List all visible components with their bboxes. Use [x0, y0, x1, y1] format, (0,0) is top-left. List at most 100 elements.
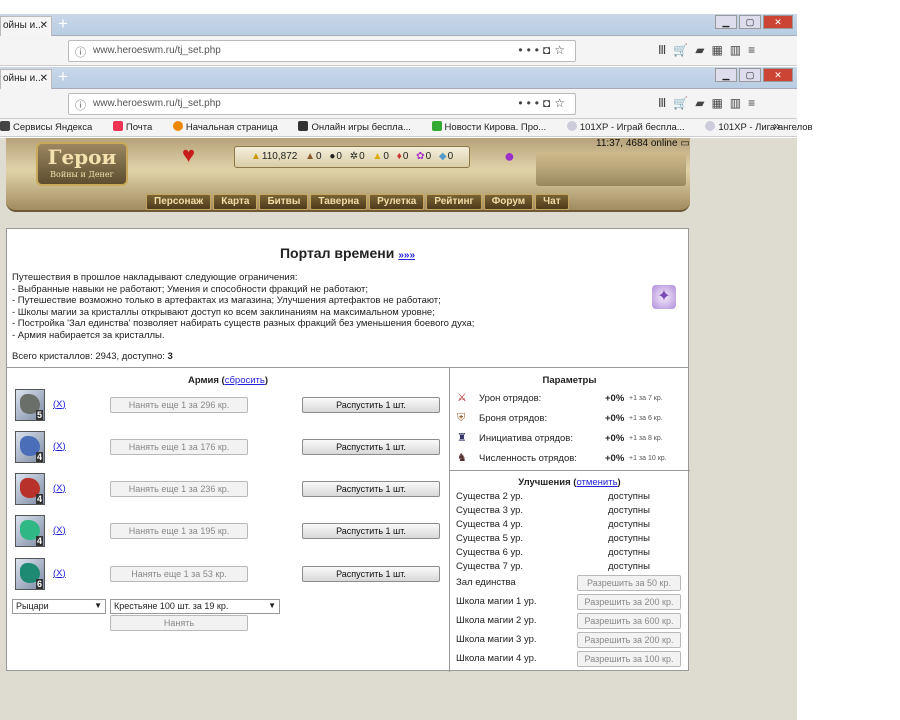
url-bar-2[interactable]: ⓘ www.heroeswm.ru/tj_set.php •••◘☆	[68, 93, 576, 115]
nav-chat[interactable]: Чат	[535, 194, 569, 210]
hire-more-button[interactable]: Нанять еще 1 за 53 кр.	[110, 566, 248, 582]
unit-remove-link[interactable]: (X)	[53, 483, 66, 494]
portal-crystal-icon: ✦	[652, 285, 676, 309]
logo[interactable]: Герои Войны и Денег	[36, 142, 128, 186]
armor-icon: ⛨	[457, 412, 466, 424]
gold-icon: ▲	[251, 151, 261, 162]
cancel-upgrades-link[interactable]: отменить	[576, 477, 617, 488]
unit-portrait[interactable]: 4	[15, 473, 45, 505]
bookmark-news[interactable]: Новости Кирова. Про...	[431, 121, 556, 133]
url-bar[interactable]: ⓘ www.heroeswm.ru/tj_set.php •••◘☆	[68, 40, 576, 62]
nav-rating[interactable]: Рейтинг	[426, 194, 482, 210]
army-unit-4: 4 (X) Нанять еще 1 за 195 кр. Распустить…	[15, 515, 445, 549]
dropdown-arrow-icon: ▼	[268, 601, 276, 610]
tab-title: ойны и...	[3, 20, 44, 31]
hire-more-button[interactable]: Нанять еще 1 за 296 кр.	[110, 397, 248, 413]
faction-select[interactable]: Рыцари ▼	[12, 599, 106, 614]
nav-battles[interactable]: Битвы	[259, 194, 309, 210]
nav-tavern[interactable]: Таверна	[310, 194, 368, 210]
dismiss-button[interactable]: Распустить 1 шт.	[302, 566, 440, 582]
troops-icon: ♞	[457, 452, 467, 464]
reset-army-link[interactable]: сбросить	[225, 375, 265, 386]
more-link[interactable]: »»»	[398, 250, 415, 261]
unit-select[interactable]: Крестьяне 100 шт. за 19 кр. ▼	[110, 599, 280, 614]
bookmark-yandex[interactable]: Сервисы Яндекса	[0, 121, 101, 133]
crystal-icon: ♦	[396, 151, 402, 162]
page-title: Портал времени»»»	[279, 245, 416, 261]
101xp-icon	[566, 121, 577, 131]
army-unit-5: 6 (X) Нанять еще 1 за 53 кр. Распустить …	[15, 558, 445, 592]
toolbar-icons[interactable]: Ⅲ🛒▰▦▥≡	[658, 43, 762, 57]
building-row-magic-4: Школа магии 4 ур. Разрешить за 100 кр.	[456, 651, 686, 667]
toolbar-icons-2[interactable]: Ⅲ🛒▰▦▥≡	[658, 96, 762, 110]
window-controls-2: ▁ ▢ ✕	[715, 68, 793, 82]
hire-button[interactable]: Нанять	[110, 615, 248, 631]
creature-upgrade-row: Существа 3 ур. доступны	[456, 505, 651, 516]
new-tab-icon[interactable]: +	[58, 14, 68, 34]
diamond-icon: ◆	[438, 151, 447, 162]
unit-portrait[interactable]: 4	[15, 431, 45, 463]
hire-more-button[interactable]: Нанять еще 1 за 176 кр.	[110, 439, 248, 455]
page-actions-icon-2[interactable]: •••◘☆	[518, 96, 569, 110]
site-content: Герои Войны и Денег ♥ ▲110,872 ▲0 ●0 ✲0 ▲…	[0, 138, 797, 720]
divider-vertical	[449, 367, 450, 672]
hire-more-button[interactable]: Нанять еще 1 за 236 кр.	[110, 481, 248, 497]
sword-icon: ⚔	[457, 392, 467, 404]
nav-forum[interactable]: Форум	[483, 194, 534, 210]
param-row-armor: ⛨ Броня отрядов: +0% +1 за 6 кр.	[457, 412, 663, 424]
new-tab-icon-2[interactable]: +	[58, 67, 68, 87]
close-tab-icon[interactable]: ✕	[40, 20, 48, 31]
browser-tab-2[interactable]: ойны и... ✕	[0, 69, 52, 89]
param-increase-link[interactable]: +1 за 7 кр.	[629, 395, 663, 402]
allow-button[interactable]: Разрешить за 200 кр.	[577, 632, 681, 648]
bookmark-101xp[interactable]: 101XP - Играй беспла...	[566, 121, 694, 133]
nav-character[interactable]: Персонаж	[146, 194, 212, 210]
minimize-icon-2[interactable]: ▁	[715, 68, 737, 82]
unit-portrait[interactable]: 6	[15, 558, 45, 590]
nav-roulette[interactable]: Рулетка	[369, 194, 425, 210]
url-text: www.heroeswm.ru/tj_set.php	[93, 45, 221, 56]
info-icon[interactable]: ⓘ	[75, 44, 86, 60]
bookmark-games[interactable]: Онлайн игры беспла...	[298, 121, 419, 133]
online-status: 11:37, 4684 online ▭	[596, 138, 690, 149]
dismiss-button[interactable]: Распустить 1 шт.	[302, 397, 440, 413]
game-icon	[298, 121, 309, 131]
param-row-initiative: ♜ Инициатива отрядов: +0% +1 за 8 кр.	[457, 432, 663, 444]
allow-button[interactable]: Разрешить за 50 кр.	[577, 575, 681, 591]
browser-window-front: ойны и... ✕ + ▁ ▢ ✕ ⓘ www.heroeswm.ru/tj_set…	[0, 67, 813, 137]
message-icon[interactable]: ▭	[680, 138, 689, 149]
nav-bar-2: ⓘ www.heroeswm.ru/tj_set.php •••◘☆ Ⅲ🛒▰▦▥≡	[0, 89, 797, 119]
unit-remove-link[interactable]: (X)	[53, 568, 66, 579]
param-increase-link[interactable]: +1 за 10 кр.	[629, 455, 667, 462]
allow-button[interactable]: Разрешить за 200 кр.	[577, 594, 681, 610]
param-increase-link[interactable]: +1 за 8 кр.	[629, 435, 663, 442]
close-window-icon-2[interactable]: ✕	[763, 68, 793, 82]
close-tab-icon-2[interactable]: ✕	[40, 73, 48, 84]
info-icon-2[interactable]: ⓘ	[75, 97, 86, 113]
dismiss-button[interactable]: Распустить 1 шт.	[302, 481, 440, 497]
allow-button[interactable]: Разрешить за 100 кр.	[577, 651, 681, 667]
nav-map[interactable]: Карта	[213, 194, 258, 210]
unit-portrait[interactable]: 5	[15, 389, 45, 421]
unit-remove-link[interactable]: (X)	[53, 399, 66, 410]
bookmark-mail[interactable]: Почта	[112, 121, 161, 133]
bookmark-101xp-league[interactable]: 101XP - Лига ангелов	[705, 121, 821, 133]
allow-button[interactable]: Разрешить за 600 кр.	[577, 613, 681, 629]
dropdown-arrow-icon: ▼	[94, 601, 102, 610]
dismiss-button[interactable]: Распустить 1 шт.	[302, 523, 440, 539]
param-increase-link[interactable]: +1 за 6 кр.	[629, 415, 663, 422]
hire-more-button[interactable]: Нанять еще 1 за 195 кр.	[110, 523, 248, 539]
browser-tab[interactable]: ойны и... ✕	[0, 16, 52, 36]
unit-remove-link[interactable]: (X)	[53, 525, 66, 536]
dismiss-button[interactable]: Распустить 1 шт.	[302, 439, 440, 455]
bookmark-home[interactable]: Начальная страница	[172, 121, 287, 133]
more-bookmarks-icon[interactable]: »	[773, 119, 780, 133]
close-window-icon[interactable]: ✕	[763, 15, 793, 29]
maximize-icon[interactable]: ▢	[739, 15, 761, 29]
page-actions-icon[interactable]: •••◘☆	[518, 43, 569, 57]
unit-remove-link[interactable]: (X)	[53, 441, 66, 452]
minimize-icon[interactable]: ▁	[715, 15, 737, 29]
divider	[7, 367, 688, 368]
maximize-icon-2[interactable]: ▢	[739, 68, 761, 82]
unit-portrait[interactable]: 4	[15, 515, 45, 547]
